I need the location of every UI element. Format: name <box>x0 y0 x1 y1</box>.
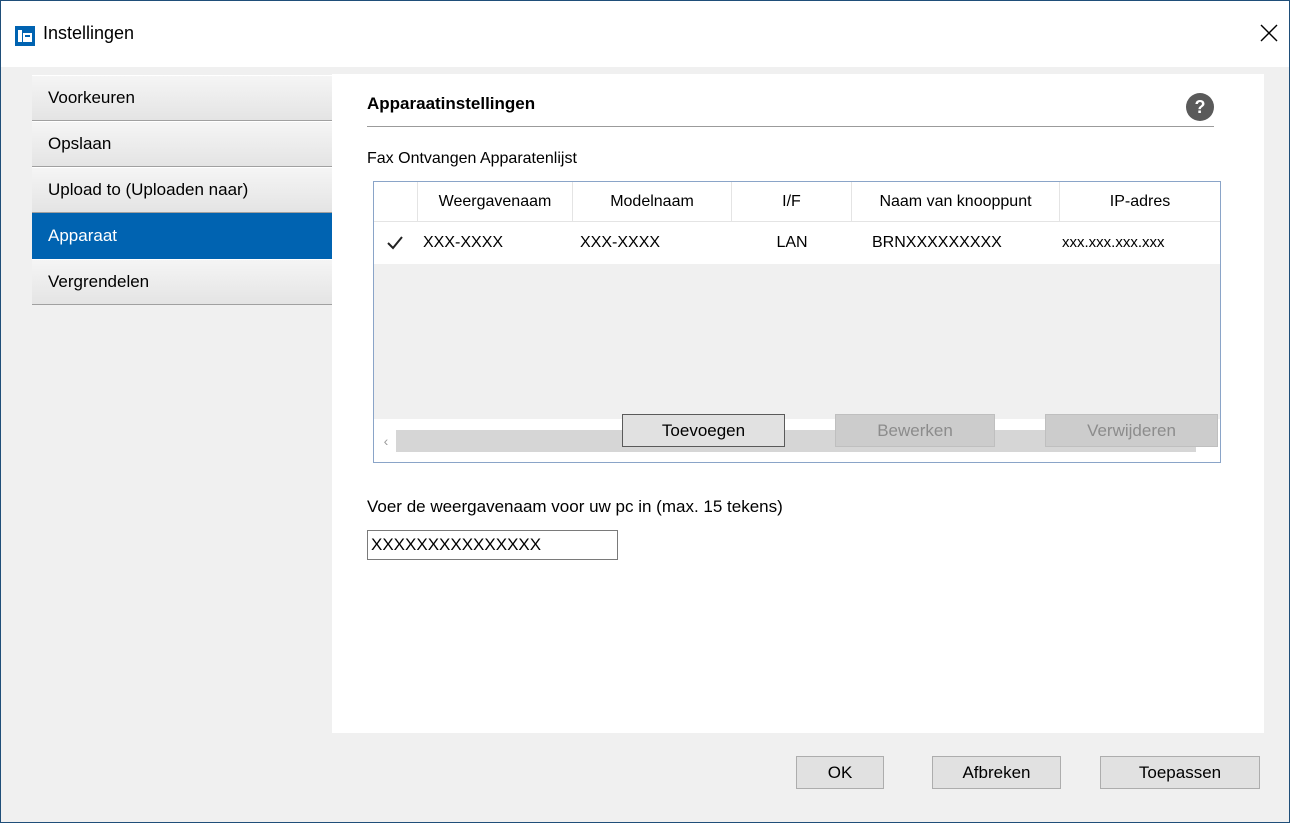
sidebar-item-voorkeuren[interactable]: Voorkeuren <box>32 75 334 121</box>
table-row[interactable]: XXX-XXXX XXX-XXXX LAN BRNXXXXXXXXX xxx.x… <box>374 222 1220 264</box>
settings-sidebar: Voorkeuren Opslaan Upload to (Uploaden n… <box>32 75 334 305</box>
column-header-node-name[interactable]: Naam van knooppunt <box>852 182 1060 222</box>
row-checkbox[interactable] <box>384 232 406 254</box>
title-bar: Instellingen <box>1 1 1289 67</box>
cancel-button[interactable]: Afbreken <box>932 756 1061 789</box>
section-title: Apparaatinstellingen <box>367 94 536 113</box>
column-header-model-name[interactable]: Modelnaam <box>573 182 732 222</box>
sidebar-item-opslaan[interactable]: Opslaan <box>32 121 334 167</box>
cell-ip-address: xxx.xxx.xxx.xxx <box>1062 234 1165 251</box>
sidebar-item-apparaat[interactable]: Apparaat <box>32 213 334 259</box>
cell-display-name: XXX-XXXX <box>423 234 504 251</box>
close-icon <box>1260 24 1278 47</box>
ok-button[interactable]: OK <box>796 756 884 789</box>
cell-node-name: BRNXXXXXXXXX <box>872 234 1002 251</box>
settings-app-icon <box>15 26 35 46</box>
window-title: Instellingen <box>43 23 135 43</box>
pc-name-input[interactable] <box>367 530 618 560</box>
cell-interface: LAN <box>776 234 808 251</box>
settings-window: Instellingen Voorkeuren Opslaan Upload t… <box>0 0 1290 823</box>
cell-model-name: XXX-XXXX <box>580 234 661 251</box>
column-header-ip-address[interactable]: IP-adres <box>1060 182 1220 222</box>
apply-button[interactable]: Toepassen <box>1100 756 1260 789</box>
column-header-interface[interactable]: I/F <box>732 182 852 222</box>
delete-button[interactable]: Verwijderen <box>1045 414 1218 447</box>
checkmark-icon <box>387 236 403 250</box>
edit-button[interactable]: Bewerken <box>835 414 995 447</box>
table-empty-area <box>374 264 1220 419</box>
add-button[interactable]: Toevoegen <box>622 414 785 447</box>
sidebar-item-vergrendelen[interactable]: Vergrendelen <box>32 259 334 305</box>
section-divider <box>367 126 1214 127</box>
table-header: Weergavenaam Modelnaam I/F Naam van knoo… <box>374 182 1220 222</box>
pc-name-label: Voer de weergavenaam voor uw pc in (max.… <box>367 497 783 516</box>
help-icon[interactable]: ? <box>1186 93 1214 121</box>
device-settings-panel: Apparaatinstellingen ? Fax Ontvangen App… <box>332 74 1264 733</box>
scroll-left-icon[interactable]: ‹ <box>376 430 396 452</box>
column-header-display-name[interactable]: Weergavenaam <box>418 182 573 222</box>
column-header-check <box>374 182 418 222</box>
sidebar-item-upload-to[interactable]: Upload to (Uploaden naar) <box>32 167 334 213</box>
close-button[interactable] <box>1249 13 1289 57</box>
device-list-label: Fax Ontvangen Apparatenlijst <box>367 150 577 167</box>
